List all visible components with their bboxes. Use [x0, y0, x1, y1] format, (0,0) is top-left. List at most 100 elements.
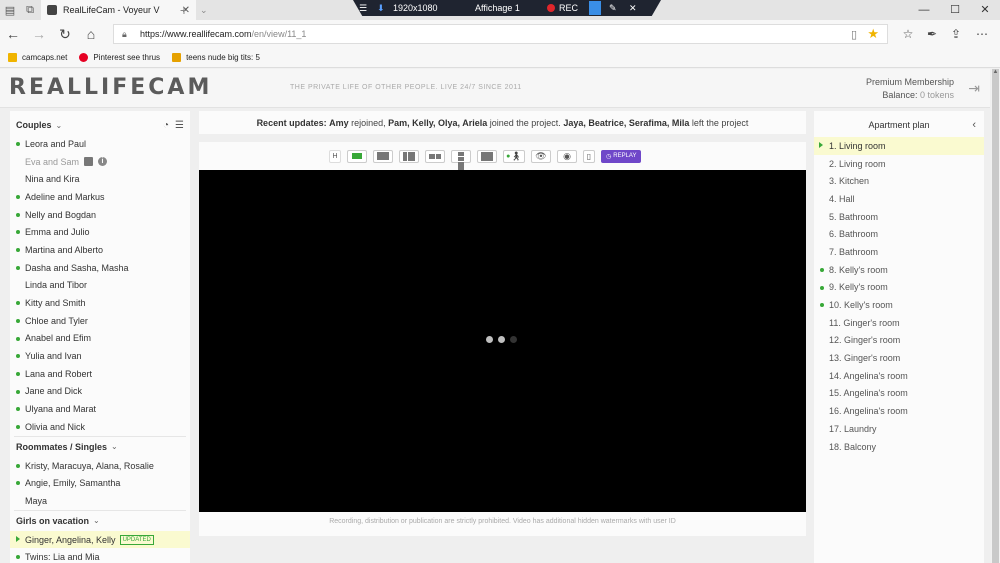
list-item[interactable]: Linda and Tibor — [10, 277, 190, 295]
address-bar[interactable]: 🔒︎ https://www.reallifecam.com /en/view/… — [113, 24, 888, 44]
page-scrollbar[interactable] — [991, 69, 1000, 563]
room-item[interactable]: 1. Living room — [814, 137, 984, 155]
list-item[interactable]: Adeline and Markus — [10, 188, 190, 206]
recorder-pin-icon[interactable]: ⬇ — [377, 3, 387, 14]
more-menu-icon[interactable]: ⋯ — [972, 24, 992, 44]
room-item[interactable]: 14. Angelina's room — [814, 367, 984, 385]
recorder-close-icon[interactable]: ✕ — [629, 3, 639, 14]
scrollbar-thumb[interactable] — [992, 69, 999, 563]
list-item[interactable]: Martina and Alberto — [10, 241, 190, 259]
room-item[interactable]: 6. Bathroom — [814, 225, 984, 243]
favorite-star-icon[interactable]: ★ — [867, 26, 879, 42]
list-item[interactable]: Twins: Lia and Mia — [10, 548, 190, 563]
list-item[interactable]: Nina and Kira — [10, 170, 190, 188]
refresh-icon[interactable]: ↻ — [54, 24, 76, 44]
room-item[interactable]: 10. Kelly's room — [814, 296, 984, 314]
room-item[interactable]: 2. Living room — [814, 155, 984, 173]
recorder-stop-button[interactable] — [589, 1, 601, 15]
browser-tab[interactable]: RealLifeCam - Voyeur V ✕ — [41, 0, 196, 20]
room-item[interactable]: 18. Balcony — [814, 438, 984, 456]
site-logo[interactable]: REALLIFECAM — [9, 75, 212, 100]
couples-section-header[interactable]: Couples ⌄ ◔ ☰ — [10, 115, 190, 135]
home-icon[interactable]: ⌂ — [80, 24, 102, 44]
room-item[interactable]: 4. Hall — [814, 190, 984, 208]
room-item[interactable]: 15. Angelina's room — [814, 385, 984, 403]
online-dot-icon — [16, 555, 20, 560]
list-item[interactable]: Olivia and Nick — [10, 418, 190, 436]
close-window-button[interactable]: ✕ — [970, 0, 1000, 20]
record-button[interactable]: REC — [559, 3, 581, 13]
reading-view-icon[interactable]: ▯ — [851, 28, 857, 41]
list-item[interactable]: Kitty and Smith — [10, 294, 190, 312]
list-item[interactable]: Chloe and Tyler — [10, 312, 190, 330]
room-item[interactable]: 16. Angelina's room — [814, 402, 984, 420]
room-item[interactable]: 17. Laundry — [814, 420, 984, 438]
large-view-button[interactable] — [373, 149, 393, 163]
list-item[interactable]: Anabel and Efim — [10, 330, 190, 348]
set-aside-tabs-icon[interactable]: ⧉ — [20, 0, 40, 20]
info-icon[interactable]: i — [98, 157, 108, 167]
bookmark-pinterest[interactable]: Pinterest see thrus — [79, 53, 160, 62]
list-item[interactable]: Angie, Emily, Samantha — [10, 474, 190, 492]
list-item[interactable]: Jane and Dick — [10, 383, 190, 401]
room-item[interactable]: 8. Kelly's room — [814, 261, 984, 279]
room-item[interactable]: 7. Bathroom — [814, 243, 984, 261]
filter-icon[interactable]: ◔ — [163, 120, 169, 131]
roommates-section-header[interactable]: Roommates / Singles ⌄ — [10, 437, 190, 457]
pen-icon[interactable]: ✎ — [609, 3, 619, 14]
collapse-chevron-icon[interactable]: ‹ — [972, 119, 976, 131]
forward-arrow-icon[interactable]: → — [28, 24, 50, 44]
vacation-section-header[interactable]: Girls on vacation ⌄ — [10, 511, 190, 531]
hd-toggle-button[interactable]: H — [329, 149, 341, 163]
list-item[interactable]: Leora and Paul — [10, 135, 190, 153]
list-item[interactable]: Yulia and Ivan — [10, 347, 190, 365]
recorder-display[interactable]: Affichage 1 — [475, 3, 535, 13]
list-item[interactable]: Kristy, Maracuya, Alana, Rosalie — [10, 457, 190, 475]
scroll-up-arrow-icon[interactable]: ▲ — [991, 69, 1000, 79]
room-item[interactable]: 5. Bathroom — [814, 208, 984, 226]
recorder-resolution[interactable]: 1920x1080 — [393, 3, 453, 13]
split-view-button[interactable] — [399, 149, 419, 163]
eye-outline-icon[interactable]: ◉ — [557, 149, 577, 163]
tab-list-chevron-icon[interactable]: ⌄ — [200, 0, 212, 20]
grid-view-button[interactable] — [451, 149, 471, 170]
list-item[interactable]: Dasha and Sasha, Masha — [10, 259, 190, 277]
bookmark-camcaps[interactable]: camcaps.net — [8, 53, 67, 62]
motion-person-icon[interactable]: ● 🚶︎ — [503, 149, 525, 163]
room-item[interactable]: 3. Kitchen — [814, 172, 984, 190]
minimize-button[interactable]: — — [909, 0, 939, 20]
list-item[interactable]: Lana and Robert — [10, 365, 190, 383]
share-icon[interactable]: ⇪ — [946, 24, 966, 44]
mobile-icon[interactable]: ▯ — [583, 149, 595, 163]
eye-icon[interactable]: 👁︎ — [531, 149, 551, 163]
replay-button[interactable]: ◷ REPLAY — [601, 149, 642, 163]
list-item[interactable]: Maya — [10, 492, 190, 510]
list-item[interactable]: Ulyana and Marat — [10, 400, 190, 418]
tab-actions-icon[interactable]: ▤ — [0, 0, 20, 20]
fullscreen-view-button[interactable] — [477, 149, 497, 163]
list-item[interactable]: Nelly and Bogdan — [10, 206, 190, 224]
room-item[interactable]: 12. Ginger's room — [814, 332, 984, 350]
bookmark-teens[interactable]: teens nude big tits: 5 — [172, 53, 260, 62]
list-item[interactable]: Eva and Sam i — [10, 153, 190, 171]
web-notes-icon[interactable]: ✒ — [922, 24, 942, 44]
maximize-button[interactable]: ☐ — [940, 0, 970, 20]
premium-membership-link[interactable]: Premium Membership — [866, 76, 954, 89]
record-dot-icon[interactable] — [547, 4, 555, 12]
favorites-hub-icon[interactable]: ☆ — [898, 24, 918, 44]
back-arrow-icon[interactable]: ← — [2, 24, 24, 44]
list-item[interactable]: Ginger, Angelina, Kelly UPDATED — [10, 530, 190, 549]
list-menu-icon[interactable]: ☰ — [175, 120, 184, 131]
video-player[interactable] — [199, 170, 806, 512]
room-label: 15. Angelina's room — [829, 388, 908, 399]
logout-icon[interactable]: ⇥ — [968, 80, 980, 97]
room-item[interactable]: 13. Ginger's room — [814, 349, 984, 367]
room-item[interactable]: 9. Kelly's room — [814, 279, 984, 297]
room-item[interactable]: 11. Ginger's room — [814, 314, 984, 332]
dual-view-button[interactable] — [425, 149, 445, 163]
image-icon[interactable] — [84, 157, 94, 167]
list-item[interactable]: Emma and Julio — [10, 223, 190, 241]
recorder-menu-icon[interactable]: ☰ — [359, 3, 371, 14]
single-view-button[interactable] — [347, 149, 367, 163]
new-tab-button[interactable]: + — [177, 0, 191, 20]
